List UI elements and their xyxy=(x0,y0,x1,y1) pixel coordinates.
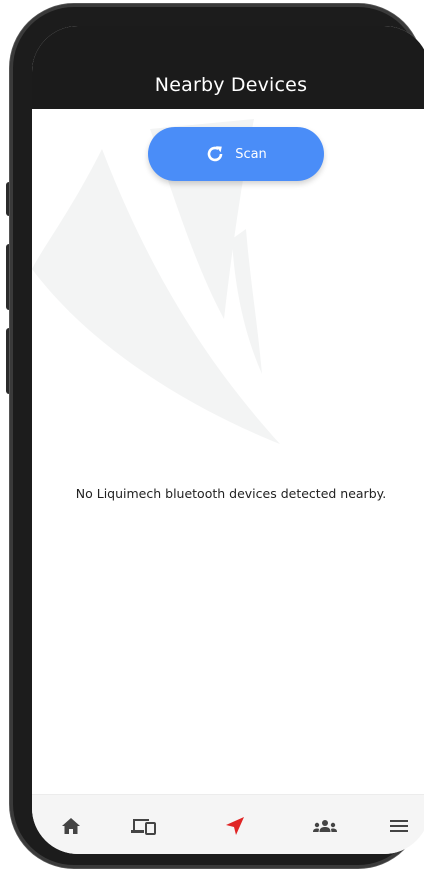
devices-icon xyxy=(131,819,156,835)
nav-item-menu[interactable] xyxy=(384,813,414,839)
hamburger-menu-icon xyxy=(390,820,408,832)
nav-item-home[interactable] xyxy=(56,813,86,839)
bottom-navigation xyxy=(32,794,424,854)
empty-state-message: No Liquimech bluetooth devices detected … xyxy=(75,486,387,501)
home-icon xyxy=(62,818,80,834)
refresh-icon xyxy=(205,144,225,164)
app-header: Nearby Devices xyxy=(32,26,424,109)
group-icon xyxy=(313,820,337,832)
phone-frame: Nearby Devices Scan No Liquimech bluetoo… xyxy=(10,4,424,868)
navigation-arrow-icon xyxy=(226,817,244,835)
app-screen: Nearby Devices Scan No Liquimech bluetoo… xyxy=(32,26,424,854)
nav-item-nearby[interactable] xyxy=(220,813,250,839)
page-title: Nearby Devices xyxy=(154,74,308,96)
device-mockup: Nearby Devices Scan No Liquimech bluetoo… xyxy=(0,0,424,871)
nav-item-users[interactable] xyxy=(310,813,340,839)
scan-button-label: Scan xyxy=(235,146,267,162)
nav-item-devices[interactable] xyxy=(129,813,159,839)
scan-button[interactable]: Scan xyxy=(148,127,324,181)
